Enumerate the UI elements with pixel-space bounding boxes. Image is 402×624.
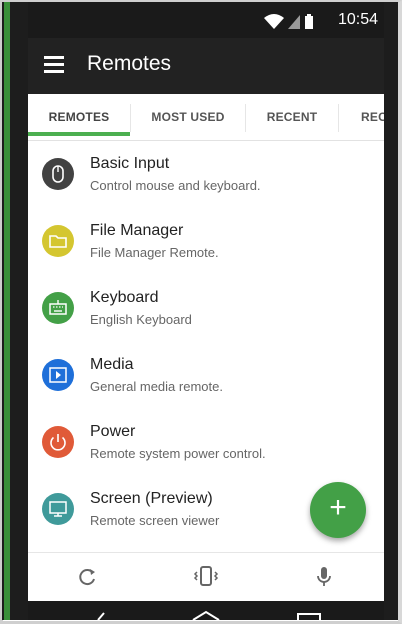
battery-icon [305,14,313,29]
list-item[interactable]: File Manager File Manager Remote. [28,209,384,276]
mouse-icon [42,158,74,190]
phone-right-edge [384,2,398,620]
monitor-icon [42,493,74,525]
bottom-action-bar [28,552,384,601]
list-item[interactable]: Media General media remote. [28,343,384,410]
status-icons [262,12,322,30]
menu-icon[interactable] [40,52,68,80]
remote-subtitle: English Keyboard [90,312,192,327]
remote-title: Keyboard [90,289,159,306]
app-bar: Remotes [28,38,384,94]
recents-icon [297,613,321,620]
remote-subtitle: Remote screen viewer [90,513,220,528]
remote-subtitle: Control mouse and keyboard. [90,178,261,193]
phone-vibrate-icon[interactable] [190,563,219,591]
add-remote-button[interactable]: + [310,482,366,538]
remote-subtitle: General media remote. [90,379,223,394]
system-nav-bar [28,601,384,620]
home-icon [192,610,220,620]
remote-title: File Manager [90,222,184,239]
page-title: Remotes [87,52,172,75]
list-item[interactable]: Keyboard English Keyboard [28,276,384,343]
signal-icon [288,15,300,29]
keyboard-icon [42,292,74,324]
back-icon [97,612,105,620]
tab-recent[interactable]: RECENT [246,94,338,140]
list-item[interactable]: Power Remote system power control. [28,410,384,477]
tab-most-used[interactable]: MOST USED [131,94,245,140]
remote-subtitle: Remote system power control. [90,446,266,461]
phone-screen: 10:54 Remotes REMOTES MOST USED RECENT R… [28,2,384,620]
power-icon [42,426,74,458]
remote-subtitle: File Manager Remote. [90,245,219,260]
plus-icon: + [329,491,347,524]
remote-title: Media [90,356,134,373]
folder-icon [42,225,74,257]
tab-indicator [28,132,130,136]
media-play-icon [42,359,74,391]
status-time: 10:54 [337,11,378,28]
remote-title: Power [90,423,136,440]
tab-rec-partial[interactable]: REC [339,94,384,140]
list-item[interactable]: Basic Input Control mouse and keyboard. [28,142,384,209]
status-bar: 10:54 [28,2,384,38]
refresh-icon[interactable] [73,563,101,591]
remote-title: Basic Input [90,155,170,172]
microphone-icon[interactable] [310,563,338,591]
wifi-icon [264,14,284,29]
remote-title: Screen (Preview) [90,490,213,507]
phone-left-edge [2,2,28,620]
